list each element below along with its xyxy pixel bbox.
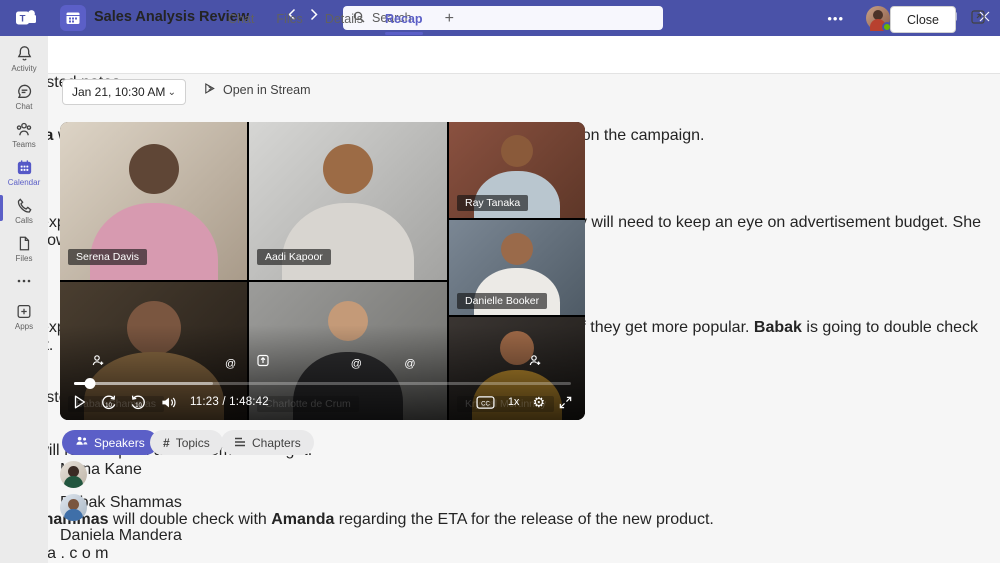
player-controls: 10 10 11:23 / 1:48:42 CC 1x ⚙	[72, 391, 573, 413]
bell-icon	[15, 44, 34, 63]
speaker-row: Daniela Mandera	[60, 527, 566, 560]
teams-logo-icon: T	[14, 7, 38, 29]
user-avatar[interactable]	[866, 6, 890, 30]
svg-text:10: 10	[135, 401, 142, 408]
open-in-window-icon[interactable]	[970, 9, 986, 30]
marker-at-icon[interactable]: @	[404, 359, 415, 370]
meeting-calendar-icon	[60, 5, 86, 31]
tab-chat[interactable]: Chat	[228, 0, 254, 37]
speaker-row: Mona Kane	[60, 461, 566, 494]
tab-files[interactable]: Files	[276, 0, 302, 37]
tab-details[interactable]: Details	[325, 0, 363, 37]
stream-icon	[203, 82, 216, 98]
filter-chapters[interactable]: Chapters	[221, 430, 314, 455]
svg-text:10: 10	[105, 401, 112, 408]
selected-date: Jan 21, 10:30 AM	[72, 85, 165, 99]
svg-text:T: T	[20, 14, 26, 25]
captions-button[interactable]: CC	[476, 395, 495, 410]
recording-date-select[interactable]: Jan 21, 10:30 AM ⌄	[62, 79, 186, 105]
forward-10-button[interactable]: 10	[130, 394, 147, 411]
filter-speakers[interactable]: Speakers	[62, 430, 158, 455]
timeline-markers: @ @ @	[74, 122, 571, 420]
teams-icon	[14, 120, 34, 139]
apps-icon	[15, 302, 33, 321]
svg-text:CC: CC	[481, 400, 490, 407]
marker-person-add-icon[interactable]	[529, 354, 542, 370]
sidebar-item-chat[interactable]: Chat	[0, 82, 48, 118]
speaker-row: Babak Shammas	[60, 494, 566, 527]
playback-time: 11:23 / 1:48:42	[190, 396, 269, 408]
phone-icon	[15, 196, 34, 215]
people-icon	[75, 435, 88, 450]
open-in-stream-link[interactable]: Open in Stream	[203, 82, 311, 98]
fullscreen-button[interactable]	[558, 395, 573, 410]
marker-at-icon[interactable]: @	[225, 359, 236, 370]
more-icon	[15, 276, 33, 286]
page-title: Sales Analysis Review	[94, 9, 249, 25]
chat-icon	[15, 82, 34, 101]
seek-bar[interactable]	[74, 382, 571, 385]
list-icon	[234, 436, 246, 450]
sidebar-item-activity[interactable]: Activity	[0, 44, 48, 80]
stream-label: Open in Stream	[223, 83, 311, 97]
file-icon	[15, 234, 33, 253]
avatar	[60, 461, 87, 488]
more-options-icon[interactable]: •••	[827, 11, 844, 26]
app-rail: Activity Chat Teams Calendar Calls Files…	[0, 36, 48, 563]
marker-share-icon[interactable]	[257, 354, 270, 370]
calendar-icon	[15, 158, 34, 177]
sidebar-item-calendar[interactable]: Calendar	[0, 158, 48, 194]
rewind-10-button[interactable]: 10	[100, 394, 117, 411]
sidebar-item-calls[interactable]: Calls	[0, 196, 48, 232]
add-tab-icon[interactable]: +	[445, 10, 454, 28]
hash-icon: #	[163, 436, 170, 450]
marker-at-icon[interactable]: @	[351, 359, 362, 370]
sidebar-item-apps[interactable]: Apps	[0, 302, 48, 338]
teams-window: T Search ••• — Activity	[0, 0, 1000, 563]
sidebar-item-teams[interactable]: Teams	[0, 120, 48, 156]
chevron-down-icon: ⌄	[168, 87, 176, 98]
avatar	[60, 527, 87, 554]
filter-topics[interactable]: # Topics	[150, 430, 223, 455]
tab-recap[interactable]: Recap	[385, 0, 423, 37]
settings-gear-icon[interactable]: ⚙	[532, 395, 545, 409]
meeting-header	[48, 36, 1000, 74]
volume-icon[interactable]	[160, 395, 177, 410]
playhead-handle[interactable]	[84, 378, 95, 389]
play-button[interactable]	[72, 394, 87, 410]
sidebar-item-files[interactable]: Files	[0, 234, 48, 270]
marker-person-add-icon[interactable]	[91, 354, 104, 370]
avatar	[60, 494, 87, 521]
close-button[interactable]: Close	[890, 6, 956, 33]
recording-player[interactable]: Serena Davis Aadi Kapoor Ray Tanaka Dani…	[60, 122, 585, 420]
playback-speed-button[interactable]: 1x	[508, 396, 520, 408]
